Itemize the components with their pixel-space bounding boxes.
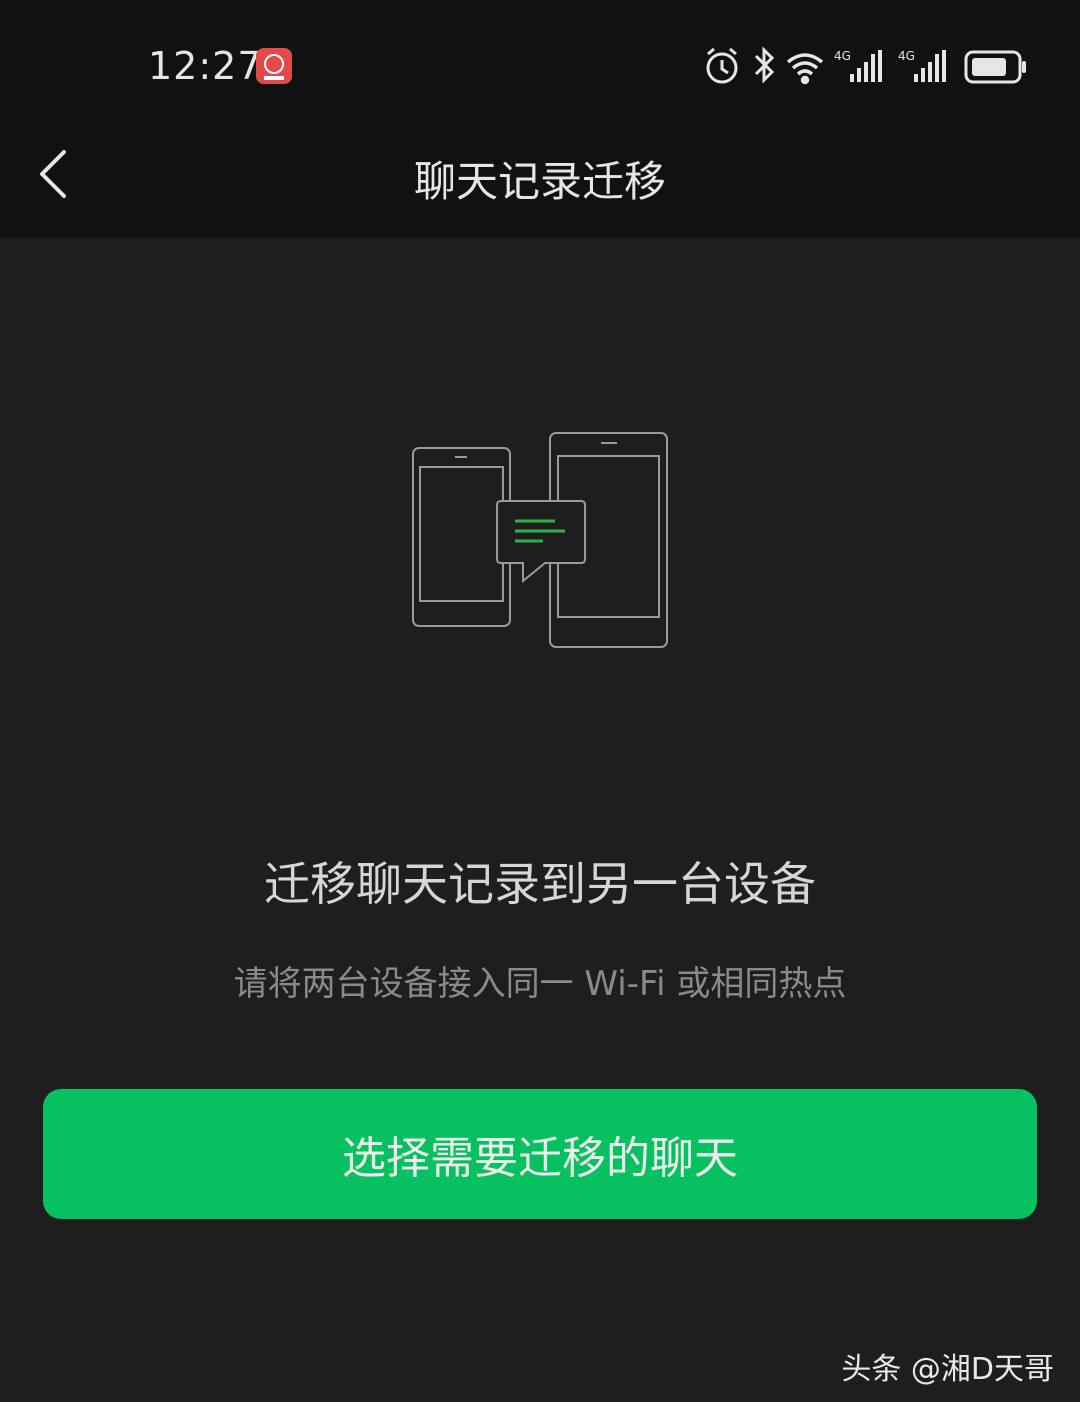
headline: 迁移聊天记录到另一台设备 bbox=[264, 857, 816, 911]
wifi-icon bbox=[786, 53, 824, 85]
app-notification-icon bbox=[256, 48, 292, 84]
alarm-icon bbox=[706, 47, 738, 84]
svg-text:4G: 4G bbox=[898, 49, 915, 63]
back-button[interactable] bbox=[28, 140, 88, 210]
signal-icon: 4G bbox=[898, 49, 946, 82]
status-time: 12:27 bbox=[148, 44, 263, 88]
battery-icon bbox=[964, 50, 1026, 84]
instruction-text: 请将两台设备接入同一 Wi-Fi 或相同热点 bbox=[233, 964, 847, 1004]
top-bar: 12:27 4G 4G 聊天记录迁移 bbox=[0, 0, 1080, 238]
bluetooth-icon bbox=[754, 46, 775, 84]
phone-left-icon bbox=[412, 447, 511, 627]
svg-text:4G: 4G bbox=[834, 49, 851, 63]
page-title: 聊天记录迁移 bbox=[413, 157, 666, 206]
watermark: 头条 @湘D天哥 bbox=[841, 1352, 1054, 1387]
device-transfer-illustration bbox=[412, 432, 668, 648]
signal-icon: 4G bbox=[834, 49, 882, 82]
status-icons: 4G 4G bbox=[706, 46, 1026, 85]
chevron-left-icon bbox=[40, 150, 66, 198]
select-chats-button[interactable]: 选择需要迁移的聊天 bbox=[43, 1089, 1037, 1219]
